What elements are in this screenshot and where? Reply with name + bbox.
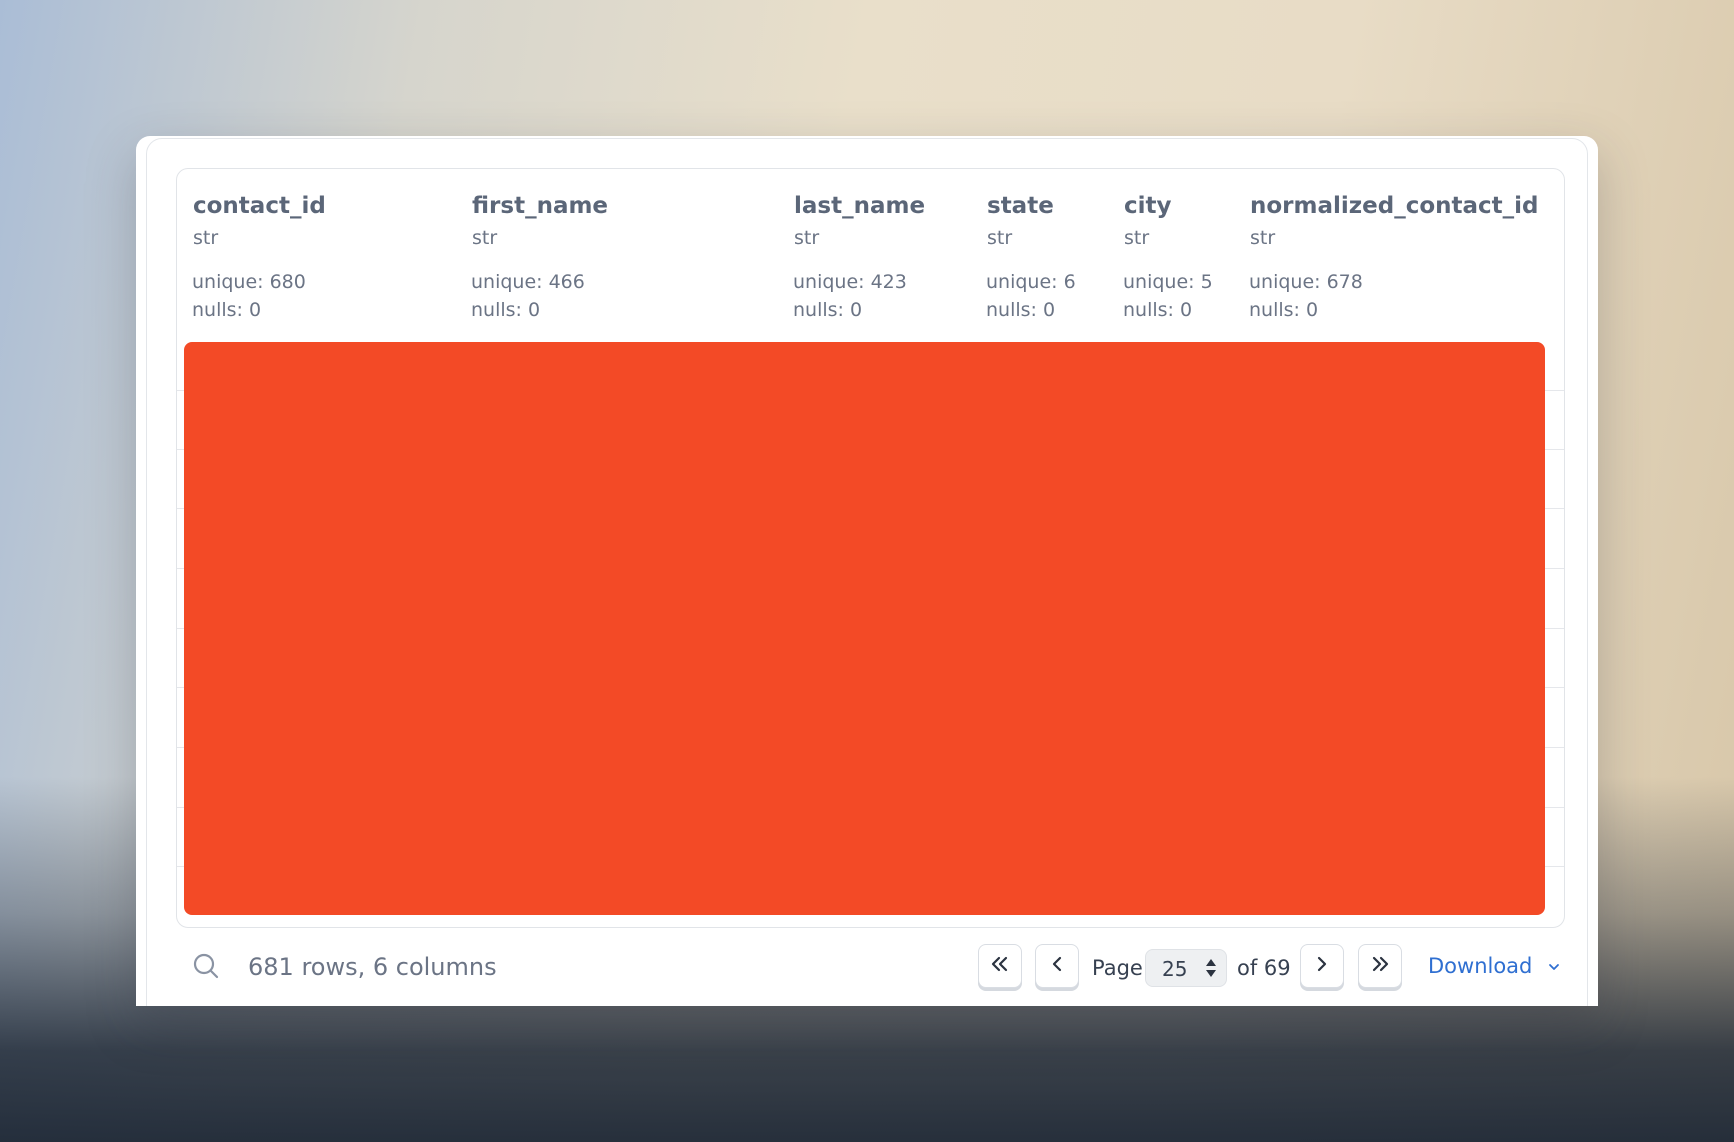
column-type: str xyxy=(1250,227,1276,249)
column-name: state xyxy=(987,193,1054,219)
data-table: contact_id str unique: 680 nulls: 0 firs… xyxy=(176,168,1565,928)
column-name: first_name xyxy=(472,193,609,219)
column-unique-count: unique: 6 xyxy=(986,271,1076,293)
column-unique-count: unique: 5 xyxy=(1123,271,1213,293)
column-type: str xyxy=(472,227,498,249)
select-arrows-icon xyxy=(1204,956,1218,980)
chevron-right-icon xyxy=(1311,953,1333,979)
current-page-value: 25 xyxy=(1162,957,1188,981)
next-page-button[interactable] xyxy=(1300,944,1344,988)
column-null-count: nulls: 0 xyxy=(192,299,262,321)
search-icon[interactable] xyxy=(192,952,220,980)
double-chevron-right-icon xyxy=(1369,953,1391,979)
last-page-button[interactable] xyxy=(1358,944,1402,988)
column-null-count: nulls: 0 xyxy=(1249,299,1319,321)
column-unique-count: unique: 678 xyxy=(1249,271,1363,293)
page-label: Page xyxy=(1092,956,1143,980)
column-null-count: nulls: 0 xyxy=(793,299,863,321)
column-null-count: nulls: 0 xyxy=(986,299,1056,321)
column-type: str xyxy=(987,227,1013,249)
row-column-summary: 681 rows, 6 columns xyxy=(248,953,497,981)
column-null-count: nulls: 0 xyxy=(1123,299,1193,321)
column-name: normalized_contact_id xyxy=(1250,193,1539,219)
column-type: str xyxy=(1124,227,1150,249)
column-unique-count: unique: 466 xyxy=(471,271,585,293)
download-button[interactable]: Download xyxy=(1428,954,1561,979)
data-viewer-window: contact_id str unique: 680 nulls: 0 firs… xyxy=(136,136,1598,1006)
column-null-count: nulls: 0 xyxy=(471,299,541,321)
column-name: last_name xyxy=(794,193,926,219)
double-chevron-left-icon xyxy=(989,953,1011,979)
total-pages-label: of 69 xyxy=(1237,956,1291,980)
column-unique-count: unique: 680 xyxy=(192,271,306,293)
page-number-select[interactable]: 25 xyxy=(1145,949,1227,987)
chevron-left-icon xyxy=(1046,953,1068,979)
column-type: str xyxy=(193,227,219,249)
column-type: str xyxy=(794,227,820,249)
chevron-down-icon xyxy=(1547,955,1561,979)
column-name: city xyxy=(1124,193,1172,219)
table-footer: 681 rows, 6 columns Page 25 of 69 Downlo… xyxy=(136,936,1598,1006)
download-label: Download xyxy=(1428,954,1533,978)
first-page-button[interactable] xyxy=(978,944,1022,988)
redacted-table-body xyxy=(184,342,1545,915)
previous-page-button[interactable] xyxy=(1035,944,1079,988)
column-name: contact_id xyxy=(193,193,326,219)
column-unique-count: unique: 423 xyxy=(793,271,907,293)
